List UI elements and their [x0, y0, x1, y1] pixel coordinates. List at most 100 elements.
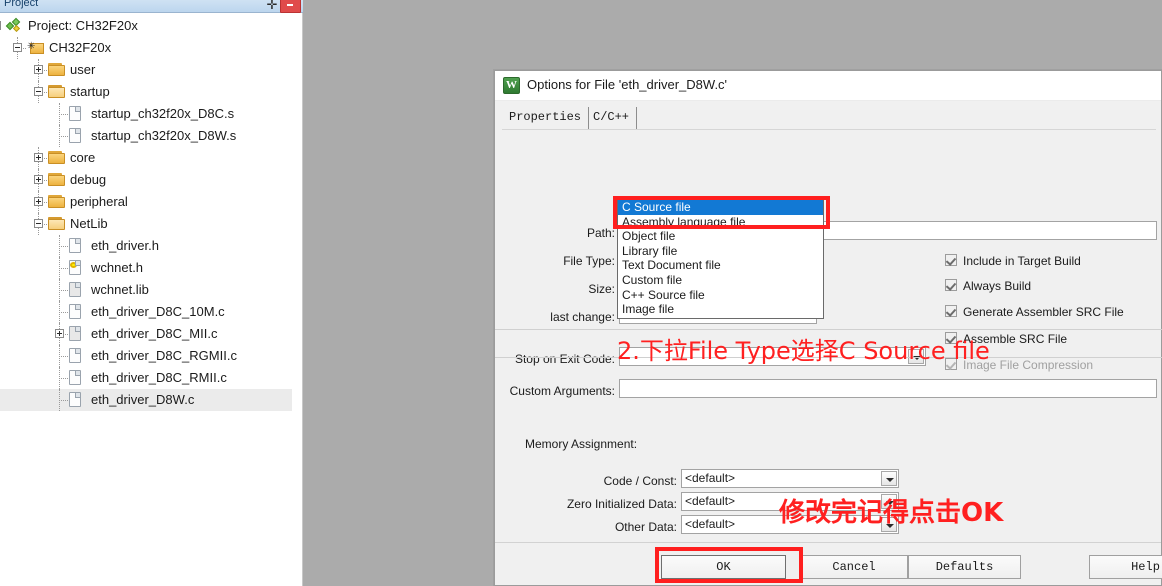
dropdown-option[interactable]: Text Document file	[618, 258, 823, 273]
tree-item-label: eth_driver_D8C_RMII.c	[91, 370, 227, 385]
tree-item-label: peripheral	[70, 194, 128, 209]
expand-icon[interactable]	[34, 175, 43, 184]
tree-guide	[59, 279, 60, 301]
project-panel-title: Project	[4, 0, 39, 9]
dropdown-option[interactable]: Library file	[618, 244, 823, 259]
zero-initialized-data-value: <default>	[685, 494, 736, 508]
dropdown-option[interactable]: Image file	[618, 302, 823, 317]
chevron-down-icon[interactable]	[881, 471, 897, 486]
close-icon[interactable]	[280, 0, 301, 13]
folder-open-icon	[48, 217, 65, 230]
checkbox-icon[interactable]	[945, 279, 957, 291]
defaults-button[interactable]: Defaults	[908, 555, 1021, 579]
tree-item-label: eth_driver_D8C_10M.c	[91, 304, 225, 319]
tree-item-label: startup	[70, 84, 110, 99]
file-type-dropdown-list[interactable]: C Source file Assembly language file Objec…	[617, 199, 824, 319]
file-type-label: File Type:	[563, 254, 615, 268]
tree-guide	[59, 246, 68, 247]
tree-guide	[59, 235, 60, 257]
folder-closed-icon	[48, 173, 65, 186]
tree-item-label: wchnet.h	[91, 260, 144, 275]
tree-guide	[59, 367, 60, 389]
project-panel: Project ✛ Project: CH32F20x ✳ CH32F20x user…	[0, 0, 303, 586]
dialog-titlebar: Options for File 'eth_driver_D8W.c'	[495, 71, 1161, 101]
stop-on-exit-code-label: Stop on Exit Code:	[514, 352, 615, 366]
expand-icon[interactable]	[34, 153, 43, 162]
tree-item-label: eth_driver_D8W.c	[91, 392, 195, 407]
dropdown-option[interactable]: Object file	[618, 229, 823, 244]
tree-item-label: eth_driver_D8C_MII.c	[91, 326, 218, 341]
tree-guide	[59, 125, 60, 147]
tab-properties[interactable]: Properties	[502, 107, 590, 129]
cancel-button[interactable]: Cancel	[800, 555, 908, 579]
tree-item-label: eth_driver.h	[91, 238, 159, 253]
dialog-tabstrip[interactable]: Properties C/C++	[502, 107, 1156, 129]
checkbox-label: Generate Assembler SRC File	[963, 305, 1124, 319]
custom-arguments-field[interactable]	[619, 379, 1157, 398]
code-const-label: Code / Const:	[603, 474, 677, 488]
tree-item-label: startup_ch32f20x_D8W.s	[91, 128, 237, 143]
tree-item-label: eth_driver_D8C_RGMII.c	[91, 348, 237, 363]
file-key-icon	[69, 260, 81, 275]
keil-uvision-icon	[503, 77, 520, 94]
file-gray-icon	[69, 282, 81, 297]
tree-item[interactable]: eth_driver_D8W.c	[0, 389, 292, 411]
tree-item-label: wchnet.lib	[91, 282, 149, 297]
tree-guide	[59, 378, 68, 379]
tab-underline	[502, 129, 1156, 130]
expand-icon[interactable]	[55, 329, 64, 338]
tree-guide	[59, 136, 68, 137]
dropdown-option[interactable]: Assembly language file	[618, 215, 823, 230]
memory-assignment-heading: Memory Assignment:	[525, 437, 638, 451]
tree-guide	[59, 312, 68, 313]
folder-open-icon	[48, 85, 65, 98]
tree-guide	[59, 257, 60, 279]
pin-icon[interactable]: ✛	[265, 0, 279, 12]
expand-icon[interactable]	[34, 197, 43, 206]
tree-item-label: Project: CH32F20x	[28, 18, 138, 33]
size-label: Size:	[588, 282, 615, 296]
dialog-title: Options for File 'eth_driver_D8W.c'	[527, 77, 728, 92]
button-bar-divider	[495, 542, 1161, 543]
tree-guide	[59, 356, 68, 357]
dropdown-option[interactable]: C++ Source file	[618, 288, 823, 303]
collapse-icon[interactable]	[34, 87, 43, 96]
collapse-icon[interactable]	[34, 219, 43, 228]
tree-item-label: startup_ch32f20x_D8C.s	[91, 106, 235, 121]
code-const-combo[interactable]: <default>	[681, 469, 899, 488]
dropdown-option[interactable]: C Source file	[618, 200, 823, 215]
checkbox-icon[interactable]	[945, 305, 957, 317]
tab-c-cpp[interactable]: C/C++	[586, 107, 638, 129]
other-data-value: <default>	[685, 517, 736, 531]
file-icon	[69, 348, 81, 363]
tree-item-label: debug	[70, 172, 107, 187]
dropdown-option[interactable]: Custom file	[618, 273, 823, 288]
tree-guide	[59, 389, 60, 411]
tree-guide	[59, 290, 68, 291]
annotation-click-ok: 修改完记得点击OK	[779, 498, 1004, 528]
tree-guide	[59, 301, 60, 323]
other-data-label: Other Data:	[614, 520, 677, 534]
project-icon	[5, 17, 22, 33]
tree-guide	[59, 400, 68, 401]
zero-initialized-data-label: Zero Initialized Data:	[566, 497, 677, 511]
checkbox-label: Always Build	[963, 279, 1032, 293]
tree-guide	[59, 114, 68, 115]
last-change-label: last change:	[550, 310, 615, 324]
checkbox-icon[interactable]	[945, 254, 957, 266]
expand-icon[interactable]	[34, 65, 43, 74]
collapse-icon[interactable]	[0, 21, 1, 30]
tree-item-label: NetLib	[70, 216, 108, 231]
tree-item-label: core	[70, 150, 96, 165]
file-icon	[69, 370, 81, 385]
tree-guide	[59, 345, 60, 367]
ok-button[interactable]: OK	[661, 555, 786, 579]
tree-item-label: CH32F20x	[49, 40, 112, 55]
help-button[interactable]: Help	[1089, 555, 1162, 579]
folder-closed-icon	[48, 151, 65, 164]
collapse-icon[interactable]	[13, 43, 22, 52]
target-icon: ✳	[27, 41, 44, 55]
file-icon	[69, 304, 81, 319]
project-tree[interactable]: Project: CH32F20x ✳ CH32F20x user startup sta…	[0, 14, 302, 586]
file-icon	[69, 128, 81, 143]
